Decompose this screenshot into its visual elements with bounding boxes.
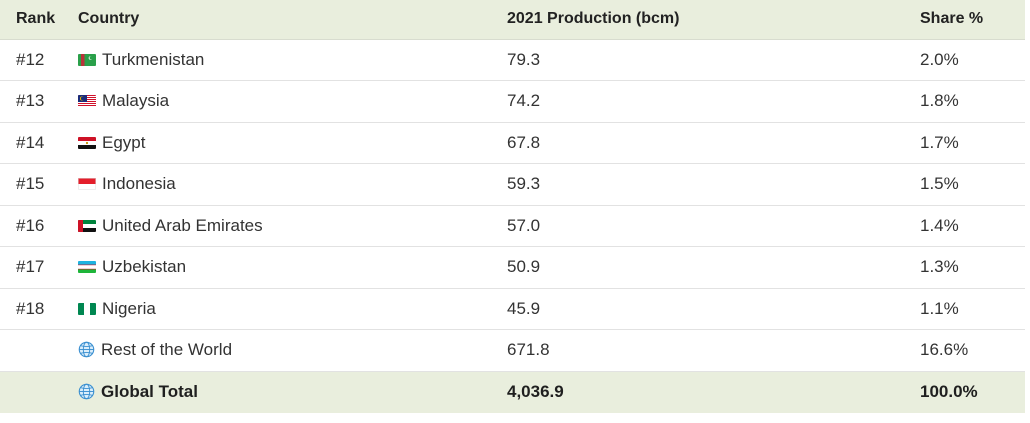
country-label: Global Total: [101, 382, 198, 401]
production-cell: 59.3: [497, 163, 910, 206]
country-cell: Indonesia: [68, 163, 497, 206]
gas-production-table: Rank Country 2021 Production (bcm) Share…: [0, 0, 1025, 413]
rank-cell: [0, 329, 68, 372]
share-cell: 2.0%: [910, 39, 1025, 81]
table-row: #16 United Arab Emirates 57.0 1.4%: [0, 205, 1025, 247]
rank-cell: #14: [0, 122, 68, 164]
table-row: Rest of the World 671.8 16.6%: [0, 329, 1025, 372]
production-header[interactable]: 2021 Production (bcm): [497, 0, 910, 40]
country-label: Rest of the World: [101, 340, 233, 360]
country-cell: Egypt: [68, 122, 497, 164]
production-cell: 67.8: [497, 122, 910, 164]
production-cell: 79.3: [497, 39, 910, 81]
rank-cell: #16: [0, 205, 68, 247]
production-cell: 74.2: [497, 80, 910, 123]
country-cell: United Arab Emirates: [68, 205, 497, 247]
table-row: #14 Egypt 67.8 1.7%: [0, 122, 1025, 164]
header-row: Rank Country 2021 Production (bcm) Share…: [0, 0, 1025, 40]
share-cell: 100.0%: [920, 382, 978, 401]
production-cell: 57.0: [497, 205, 910, 247]
indonesia-flag-icon: [78, 178, 96, 191]
share-header[interactable]: Share %: [910, 0, 1025, 40]
share-cell: 1.4%: [910, 205, 1025, 247]
globe-icon: [78, 341, 95, 358]
country-cell: Turkmenistan: [68, 39, 497, 81]
rank-header[interactable]: Rank: [0, 0, 68, 40]
country-label: Malaysia: [102, 91, 170, 111]
share-cell: 1.8%: [910, 80, 1025, 123]
share-cell: 16.6%: [910, 329, 1025, 372]
share-cell: 1.3%: [910, 246, 1025, 289]
production-cell: 671.8: [497, 329, 910, 372]
table-row: #13 Malaysia 74.2 1.8%: [0, 80, 1025, 123]
country-label: Turkmenistan: [102, 49, 205, 69]
production-cell: 45.9: [497, 288, 910, 330]
rank-cell: #12: [0, 39, 68, 81]
rank-cell: #18: [0, 288, 68, 330]
rank-cell: #15: [0, 163, 68, 206]
uzbekistan-flag-icon: [78, 261, 96, 274]
nigeria-flag-icon: [78, 302, 96, 315]
globe-icon: [78, 383, 95, 400]
table-row: #15 Indonesia 59.3 1.5%: [0, 163, 1025, 206]
country-cell: Uzbekistan: [68, 246, 497, 289]
country-label: Indonesia: [102, 174, 176, 194]
table-body: #12 Turkmenistan 79.3 2.0% #13 Malaysia 74.2 1.…: [0, 39, 1025, 413]
country-cell: Global Total: [68, 371, 497, 413]
country-cell: Nigeria: [68, 288, 497, 330]
country-header[interactable]: Country: [68, 0, 497, 40]
table-header: Rank Country 2021 Production (bcm) Share…: [0, 0, 1025, 40]
country-label: Uzbekistan: [102, 257, 187, 277]
table-row: #17 Uzbekistan 50.9 1.3%: [0, 246, 1025, 289]
uae-flag-icon: [78, 219, 96, 232]
rank-cell: [0, 371, 68, 413]
production-cell: 4,036.9: [507, 382, 564, 401]
country-label: Nigeria: [102, 298, 156, 318]
malaysia-flag-icon: [78, 95, 96, 108]
country-label: Egypt: [102, 132, 146, 152]
egypt-flag-icon: [78, 136, 96, 149]
production-cell: 50.9: [497, 246, 910, 289]
share-cell: 1.1%: [910, 288, 1025, 330]
share-cell: 1.5%: [910, 163, 1025, 206]
country-label: United Arab Emirates: [102, 215, 263, 235]
country-cell: Malaysia: [68, 80, 497, 123]
total-row: Global Total 4,036.9 100.0%: [0, 371, 1025, 413]
table-row: #18 Nigeria 45.9 1.1%: [0, 288, 1025, 330]
country-cell: Rest of the World: [68, 329, 497, 372]
share-cell: 1.7%: [910, 122, 1025, 164]
rank-cell: #17: [0, 246, 68, 289]
turkmenistan-flag-icon: [78, 53, 96, 66]
table-row: #12 Turkmenistan 79.3 2.0%: [0, 39, 1025, 81]
rank-cell: #13: [0, 80, 68, 123]
